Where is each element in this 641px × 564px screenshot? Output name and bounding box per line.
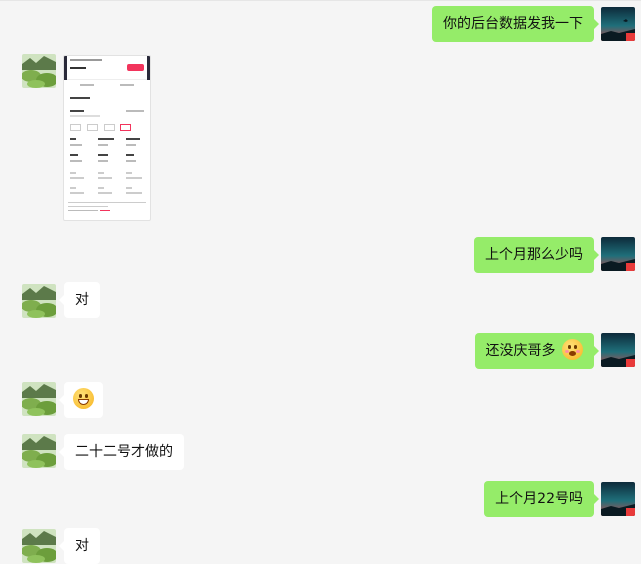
contact-avatar-image bbox=[22, 284, 56, 318]
message-row: 对 bbox=[0, 528, 641, 564]
message-bubble-outgoing[interactable]: 上个月那么少吗 bbox=[474, 237, 599, 273]
contact-avatar-image bbox=[22, 434, 56, 468]
self-avatar-image bbox=[601, 7, 635, 41]
message-text: 二十二号才做的 bbox=[75, 444, 173, 460]
shared-screenshot-image[interactable] bbox=[63, 55, 151, 221]
contact-avatar[interactable] bbox=[22, 54, 56, 88]
message-row: 对 bbox=[0, 282, 641, 318]
message-text: 对 bbox=[75, 292, 89, 308]
message-text: 上个月22号吗 bbox=[495, 491, 583, 507]
message-row bbox=[0, 382, 641, 418]
self-avatar-image bbox=[601, 237, 635, 271]
message-row: 还没庆哥多 bbox=[0, 333, 641, 369]
contact-avatar-image bbox=[22, 54, 56, 88]
message-row: 二十二号才做的 bbox=[0, 434, 641, 470]
message-text: 上个月那么少吗 bbox=[485, 247, 583, 263]
contact-avatar[interactable] bbox=[22, 382, 56, 416]
message-bubble-incoming[interactable]: 二十二号才做的 bbox=[59, 434, 184, 470]
self-avatar-image bbox=[601, 333, 635, 367]
message-text: 你的后台数据发我一下 bbox=[443, 16, 583, 32]
self-avatar-image bbox=[601, 482, 635, 516]
contact-avatar-image bbox=[22, 529, 56, 563]
dizzy-face-emoji-icon bbox=[562, 339, 583, 360]
message-row: 上个月那么少吗 bbox=[0, 237, 641, 273]
top-divider bbox=[0, 0, 641, 1]
contact-avatar[interactable] bbox=[22, 284, 56, 318]
contact-avatar-image bbox=[22, 382, 56, 416]
grinning-face-emoji-icon bbox=[73, 388, 94, 409]
message-bubble-outgoing[interactable]: 你的后台数据发我一下 bbox=[432, 6, 599, 42]
self-avatar[interactable] bbox=[601, 237, 635, 271]
message-bubble-incoming[interactable] bbox=[59, 382, 103, 418]
self-avatar[interactable] bbox=[601, 482, 635, 516]
self-avatar[interactable] bbox=[601, 7, 635, 41]
message-row: 上个月22号吗 bbox=[0, 481, 641, 517]
message-bubble-incoming[interactable]: 对 bbox=[59, 528, 100, 564]
message-bubble-outgoing[interactable]: 还没庆哥多 bbox=[474, 333, 600, 369]
self-avatar[interactable] bbox=[601, 333, 635, 367]
message-bubble-incoming[interactable]: 对 bbox=[59, 282, 100, 318]
message-text: 对 bbox=[75, 538, 89, 554]
contact-avatar[interactable] bbox=[22, 434, 56, 468]
screenshot-header bbox=[64, 56, 150, 80]
contact-avatar[interactable] bbox=[22, 529, 56, 563]
message-bubble-outgoing[interactable]: 上个月22号吗 bbox=[484, 481, 599, 517]
message-text: 还没庆哥多 bbox=[485, 343, 556, 359]
message-row: 你的后台数据发我一下 bbox=[0, 6, 641, 42]
